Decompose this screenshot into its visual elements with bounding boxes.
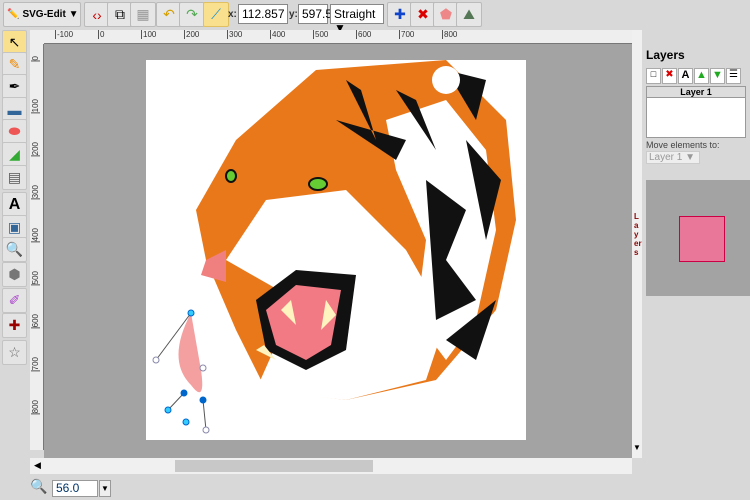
- close-path-icon: ⬟: [439, 6, 453, 22]
- hexagon-icon: ⬢: [8, 266, 21, 282]
- scroll-thumb[interactable]: [175, 460, 373, 472]
- delete-layer-icon[interactable]: ✖: [662, 68, 677, 84]
- scroll-left-icon[interactable]: ◀: [34, 460, 41, 471]
- layers-title: Layers: [646, 48, 685, 62]
- layer-menu-icon[interactable]: ☰: [726, 68, 741, 84]
- horizontal-scrollbar[interactable]: ◀: [30, 458, 632, 474]
- ruler-label: 500: [31, 271, 40, 286]
- clone-node-icon: ⛰: [463, 6, 475, 22]
- zoom-icon: 🔍: [5, 241, 24, 257]
- ruler-label: 700: [399, 30, 415, 39]
- overview-viewport[interactable]: [679, 216, 725, 262]
- ruler-label: 600: [356, 30, 372, 39]
- top-toolbar: ✏️ SVG-Edit ▼ ‹› ⧉ ▦ ↶ ↷ ⟋ x: 112.857 y: …: [0, 0, 750, 35]
- ruler-label: 0: [98, 30, 105, 39]
- ruler-label: 0: [31, 56, 40, 62]
- move-layer-down-icon[interactable]: ▼: [710, 68, 725, 84]
- node-edit-button[interactable]: ⟋: [203, 2, 229, 27]
- svg-edit-logo-icon: ✏️: [7, 9, 20, 20]
- undo-icon: ↶: [163, 6, 175, 22]
- move-elements-label: Move elements to:: [646, 140, 720, 150]
- tool-polygon[interactable]: ⬢: [2, 262, 27, 287]
- tool-eyedropper[interactable]: ✐: [2, 288, 27, 313]
- ruler-corner: [30, 30, 44, 44]
- tool-zoom[interactable]: 🔍: [2, 237, 27, 262]
- wireframe-icon: ⧉: [115, 6, 125, 22]
- select-arrow-icon: ↖: [8, 34, 21, 50]
- main-menu-button[interactable]: ✏️ SVG-Edit ▼: [3, 2, 81, 27]
- pencil-icon: ✎: [8, 56, 21, 72]
- tiger-drawing[interactable]: [146, 60, 526, 440]
- move-to-layer-select[interactable]: Layer 1 ▼: [646, 151, 700, 164]
- pen-icon: ✒: [8, 78, 21, 94]
- star-icon: ☆: [8, 344, 21, 360]
- ruler-label: -100: [55, 30, 74, 39]
- ruler-label: 700: [31, 357, 40, 372]
- source-icon: ‹›: [92, 6, 102, 23]
- tool-ellipse[interactable]: ⬬: [2, 119, 27, 144]
- tool-pen[interactable]: ✒: [2, 74, 27, 99]
- layer-item[interactable]: Layer 1: [647, 87, 745, 98]
- layer-buttons: □ ✖ A ▲ ▼ ☰: [646, 68, 746, 84]
- x-label: x:: [228, 9, 237, 20]
- ruler-label: 200: [31, 142, 40, 157]
- ruler-label: 800: [31, 400, 40, 415]
- node-x-input[interactable]: 112.857: [238, 4, 288, 24]
- new-layer-icon[interactable]: □: [646, 68, 661, 84]
- horizontal-ruler: -100 0 100 200 300 400 500 600 700 800: [44, 30, 632, 44]
- delete-node-icon: ✖: [417, 6, 429, 22]
- ruler-label: 800: [442, 30, 458, 39]
- ruler-label: 300: [227, 30, 243, 39]
- scroll-down-icon[interactable]: ▼: [633, 443, 641, 452]
- add-node-icon: ✚: [394, 6, 406, 22]
- move-layer-up-icon[interactable]: ▲: [694, 68, 709, 84]
- cylinder-icon: ▤: [7, 169, 22, 185]
- zoom-icon: 🔍: [30, 478, 48, 494]
- tool-path[interactable]: ◢: [2, 142, 27, 167]
- zoom-input[interactable]: 56.0: [52, 480, 98, 497]
- ruler-label: 600: [31, 314, 40, 329]
- overview-window[interactable]: [646, 180, 750, 296]
- tool-shapelib[interactable]: ▤: [2, 165, 27, 190]
- redo-button[interactable]: ↷: [179, 2, 205, 27]
- ruler-label: 500: [313, 30, 329, 39]
- y-label: y:: [289, 9, 298, 20]
- ruler-label: 100: [141, 30, 157, 39]
- shape-library-icon: ✚: [8, 317, 21, 333]
- ruler-label: 400: [270, 30, 286, 39]
- ruler-label: 300: [31, 185, 40, 200]
- tool-shape-library[interactable]: ✚: [2, 313, 27, 338]
- zoom-dropdown-button[interactable]: ▼: [99, 480, 111, 497]
- rename-layer-icon[interactable]: A: [678, 68, 693, 84]
- grid-icon: ▦: [136, 6, 150, 22]
- rectangle-icon: ▬: [7, 101, 22, 118]
- segment-type-select[interactable]: Straight ▼: [330, 4, 384, 35]
- clone-node-button[interactable]: ⛰: [456, 2, 482, 27]
- grid-button[interactable]: ▦: [130, 2, 156, 27]
- ellipse-icon: ⬬: [8, 123, 21, 139]
- eyedropper-icon: ✐: [8, 292, 21, 308]
- svg-page[interactable]: [146, 60, 526, 440]
- layers-side-tab[interactable]: Layers: [634, 212, 642, 257]
- node-edit-icon: ⟋: [211, 6, 221, 22]
- layers-panel: Layers □ ✖ A ▲ ▼ ☰ Layer 1 Move elements…: [642, 30, 750, 450]
- image-icon: ▣: [7, 219, 22, 235]
- layer-list: Layer 1: [646, 86, 746, 138]
- tool-text[interactable]: A: [2, 192, 27, 217]
- text-icon: A: [8, 195, 21, 213]
- tool-star[interactable]: ☆: [2, 340, 27, 365]
- ruler-label: 400: [31, 228, 40, 243]
- ruler-label: 200: [184, 30, 200, 39]
- redo-icon: ↷: [186, 6, 198, 22]
- node-y-input[interactable]: 597.5: [298, 4, 332, 24]
- vertical-ruler: 0 100 200 300 400 500 600 700 800: [30, 44, 44, 450]
- ruler-label: 100: [31, 99, 40, 114]
- path-icon: ◢: [9, 146, 20, 162]
